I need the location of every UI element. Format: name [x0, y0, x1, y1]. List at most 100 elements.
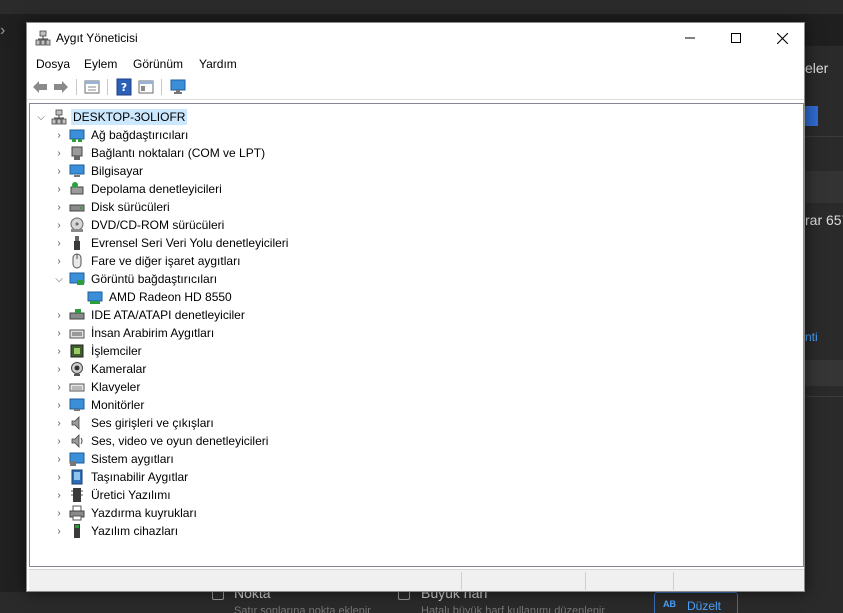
toolbar: ? — [27, 74, 804, 100]
expand-chevron-icon[interactable]: › — [51, 198, 67, 216]
tree-item[interactable]: › İşlemciler — [51, 342, 144, 360]
expand-chevron-icon[interactable]: › — [51, 234, 67, 252]
expand-chevron-icon[interactable]: › — [51, 468, 67, 486]
tree-item[interactable]: › IDE ATA/ATAPI denetleyiciler — [51, 306, 247, 324]
background-forward-icon: › — [0, 22, 6, 39]
dvd-icon — [70, 217, 84, 232]
view-icon[interactable] — [137, 78, 155, 96]
computer-icon — [69, 164, 85, 177]
tree-item[interactable]: › Fare ve diğer işaret aygıtları — [51, 252, 242, 270]
disk-drive-icon — [69, 204, 85, 212]
expand-chevron-icon[interactable]: › — [51, 360, 67, 378]
close-icon — [776, 32, 788, 44]
tree-item[interactable]: › Yazılım cihazları — [51, 522, 180, 540]
expand-chevron-icon[interactable]: › — [51, 216, 67, 234]
expand-chevron-icon[interactable]: › — [51, 414, 67, 432]
display-adapter-icon — [87, 291, 103, 304]
properties-icon[interactable] — [83, 78, 101, 96]
tree-item[interactable]: › Evrensel Seri Veri Yolu denetleyiciler… — [51, 234, 290, 252]
expand-chevron-icon[interactable]: › — [51, 450, 67, 468]
tree-item[interactable]: › Disk sürücüleri — [51, 198, 172, 216]
tree-item[interactable]: › Yazdırma kuyrukları — [51, 504, 199, 522]
menu-bar: Dosya Eylem Görünüm Yardım — [27, 53, 804, 73]
hid-icon — [69, 329, 85, 339]
minimize-button[interactable] — [667, 23, 713, 53]
background-option-desc: Hatalı büyük harf kullanımı düzenlenir — [421, 605, 606, 613]
computer-root-icon — [51, 109, 67, 125]
expand-chevron-icon[interactable]: › — [51, 126, 67, 144]
status-cell — [585, 572, 673, 590]
background-side-panel: eler rar 657 nti — [800, 46, 843, 613]
menu-help[interactable]: Yardım — [199, 57, 237, 71]
tree-item[interactable]: › Klavyeler — [51, 378, 142, 396]
maximize-button[interactable] — [713, 23, 759, 53]
background-text: eler — [805, 60, 829, 76]
maximize-icon — [731, 33, 741, 43]
tree-item[interactable]: › Bağlantı noktaları (COM ve LPT) — [51, 144, 267, 162]
port-icon — [71, 146, 83, 160]
expand-chevron-icon[interactable]: › — [51, 180, 67, 198]
tree-item[interactable]: › Ağ bağdaştırıcıları — [51, 126, 190, 144]
background-text: rar 657 — [805, 212, 843, 228]
expand-chevron-icon[interactable]: › — [51, 252, 67, 270]
expand-chevron-icon[interactable]: › — [51, 396, 67, 414]
title-bar[interactable]: Aygıt Yöneticisi — [27, 23, 804, 53]
tree-item[interactable]: › Üretici Yazılımı — [51, 486, 173, 504]
status-cell — [461, 572, 585, 590]
back-icon[interactable] — [31, 78, 49, 96]
storage-controller-icon — [70, 182, 84, 195]
tree-item[interactable]: › Depolama denetleyicileri — [51, 180, 224, 198]
expand-chevron-icon[interactable]: › — [51, 162, 67, 180]
tree-child-item[interactable]: AMD Radeon HD 8550 — [69, 288, 234, 306]
status-bar — [29, 569, 804, 591]
background-tabstrip — [0, 0, 843, 14]
expand-chevron-icon[interactable]: › — [51, 306, 67, 324]
menu-action[interactable]: Eylem — [84, 57, 117, 71]
tree-item[interactable]: › Monitörler — [51, 396, 146, 414]
portable-device-icon — [71, 469, 83, 485]
tree-item[interactable]: › Taşınabilir Aygıtlar — [51, 468, 190, 486]
minimize-icon — [685, 37, 695, 39]
background-option-desc: Satır sonlarına nokta eklenir — [234, 605, 371, 613]
software-device-icon — [74, 524, 80, 538]
help-icon[interactable]: ? — [115, 78, 133, 96]
tree-item[interactable]: › Bilgisayar — [51, 162, 145, 180]
forward-icon[interactable] — [52, 78, 70, 96]
tree-item-expanded[interactable]: ⌵ Görüntü bağdaştırıcıları — [51, 270, 219, 288]
display-adapter-icon — [69, 272, 85, 285]
device-manager-window: Aygıt Yöneticisi Dosya Eylem Görünüm Yar… — [26, 22, 805, 592]
tree-item[interactable]: › Kameralar — [51, 360, 148, 378]
usb-icon — [74, 236, 80, 250]
background-link: nti — [805, 330, 818, 344]
expand-chevron-icon[interactable]: › — [51, 522, 67, 540]
expand-chevron-icon[interactable]: › — [51, 144, 67, 162]
tree-item[interactable]: › Ses girişleri ve çıkışları — [51, 414, 216, 432]
speaker-icon — [71, 416, 80, 430]
tree-root[interactable]: ⌵ DESKTOP-3OLIOFR — [33, 108, 188, 126]
keyboard-icon — [69, 383, 85, 392]
device-manager-icon — [35, 30, 51, 46]
tree-item[interactable]: › Sistem aygıtları — [51, 450, 176, 468]
expand-chevron-icon[interactable]: › — [51, 504, 67, 522]
tree-item[interactable]: › İnsan Arabirim Aygıtları — [51, 324, 216, 342]
mouse-icon — [72, 253, 82, 269]
processor-icon — [70, 344, 84, 358]
menu-view[interactable]: Görünüm — [133, 57, 183, 71]
firmware-icon — [71, 488, 83, 502]
expand-chevron-icon[interactable]: › — [51, 486, 67, 504]
printer-icon — [69, 505, 85, 521]
svg-text:?: ? — [121, 81, 127, 94]
close-button[interactable] — [759, 23, 805, 53]
collapse-chevron-icon[interactable]: ⌵ — [51, 270, 67, 288]
expand-chevron-icon[interactable]: › — [51, 324, 67, 342]
menu-file[interactable]: Dosya — [36, 57, 70, 71]
system-device-icon — [69, 452, 85, 466]
tree-item[interactable]: › Ses, video ve oyun denetleyicileri — [51, 432, 270, 450]
monitor-icon — [69, 398, 85, 411]
monitor-icon[interactable] — [169, 78, 187, 96]
expand-chevron-icon[interactable]: › — [51, 378, 67, 396]
expand-chevron-icon[interactable]: › — [51, 432, 67, 450]
tree-item[interactable]: › DVD/CD-ROM sürücüleri — [51, 216, 226, 234]
collapse-chevron-icon[interactable]: ⌵ — [33, 108, 49, 126]
expand-chevron-icon[interactable]: › — [51, 342, 67, 360]
